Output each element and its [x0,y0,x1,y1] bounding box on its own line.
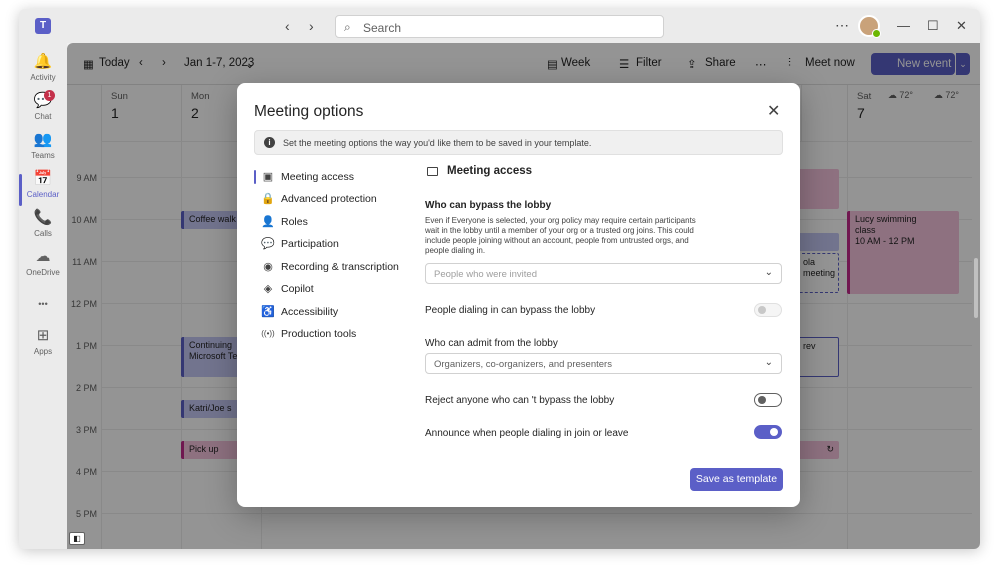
bypass-label: Who can bypass the lobby [425,200,552,211]
rail-item-activity[interactable]: 🔔 Activity [19,53,67,93]
person-icon: 👤 [261,216,275,228]
bell-icon: 🔔 [33,53,53,70]
rail-item-onedrive[interactable]: ☁ OneDrive [19,248,67,288]
search-icon: ⌕ [344,20,351,34]
rail-item-calendar[interactable]: 📅 Calendar [19,170,67,210]
apps-icon: ⊞ [36,327,50,344]
rail-label: Activity [30,73,56,82]
admit-label: Who can admit from the lobby [425,338,558,349]
search-placeholder: Search [363,21,402,35]
reject-toggle[interactable] [754,393,782,407]
avatar[interactable] [858,15,881,38]
nav-item-meeting-access[interactable]: ▣ Meeting access [254,168,414,188]
title-bar: T ‹ › ⌕ Search ⋯ — ☐ ✕ [19,9,980,43]
dialin-bypass-label: People dialing in can bypass the lobby [425,305,596,316]
info-bar: i Set the meeting options the way you'd … [254,130,783,155]
nav-label: Copilot [281,283,314,295]
bypass-select[interactable]: People who were invited ⌄ [425,263,782,284]
minimize-icon[interactable]: — [897,18,910,33]
nav-label: Advanced protection [281,193,377,205]
announce-toggle[interactable] [754,425,782,439]
teams-logo-icon: T [35,18,51,34]
calendar-icon: 📅 [33,170,53,187]
cloud-icon: ☁ [35,248,51,265]
rail-item-chat[interactable]: 💬 1 Chat [19,90,67,132]
rail-item-apps[interactable]: ⊞ Apps [19,327,67,367]
toggle-knob [758,306,766,314]
badge-icon: ▣ [262,171,274,183]
nav-label: Recording & transcription [281,261,399,273]
forward-arrow-icon[interactable]: › [309,18,314,34]
nav-label: Roles [281,216,308,228]
nav-label: Meeting access [281,171,354,183]
toggle-knob [758,396,766,404]
presence-available-icon [872,29,881,38]
badge-icon [427,167,438,176]
rail-label: Chat [34,112,52,121]
nav-item-participation[interactable]: 💬 Participation [254,235,414,255]
info-text: Set the meeting options the way you'd li… [283,138,592,148]
reject-label: Reject anyone who can 't bypass the lobb… [425,395,615,406]
chevron-down-icon: ⌄ [764,357,773,368]
admit-select[interactable]: Organizers, co-organizers, and presenter… [425,353,782,374]
rail-label: Calls [34,229,52,238]
rail-label: Calendar [26,190,60,199]
rail-item-teams[interactable]: 👥 Teams [19,131,67,171]
app-rail: 🔔 Activity 💬 1 Chat 👥 Teams 📅 Calendar 📞… [19,43,67,549]
search-input[interactable]: ⌕ Search [335,15,664,38]
nav-item-accessibility[interactable]: ♿ Accessibility [254,303,414,323]
rail-label: OneDrive [26,268,60,277]
bypass-description: Even if Everyone is selected, your org p… [425,216,696,255]
rail-item-calls[interactable]: 📞 Calls [19,209,67,249]
copilot-icon: ◈ [263,283,273,295]
teams-icon: 👥 [33,131,53,148]
lock-icon: 🔒 [261,193,275,205]
nav-item-recording[interactable]: ◉ Recording & transcription [254,258,414,278]
scrollbar[interactable] [974,258,978,318]
record-icon: ◉ [263,261,273,273]
chat-icon: 💬 [33,92,53,109]
close-window-icon[interactable]: ✕ [956,18,967,34]
dialin-bypass-toggle[interactable] [754,303,782,317]
info-icon: i [264,137,275,148]
back-arrow-icon[interactable]: ‹ [285,18,290,34]
maximize-icon[interactable]: ☐ [927,18,939,34]
nav-label: Production tools [281,328,357,340]
more-options-icon[interactable]: ⋯ [835,17,849,34]
chevron-down-icon: ⌄ [764,267,773,278]
nav-label: Participation [281,238,339,250]
toggle-knob [770,428,778,436]
chat-icon: 💬 [261,238,275,250]
broadcast-icon: ((•)) [261,329,275,338]
rail-label: Apps [33,347,53,356]
nav-item-copilot[interactable]: ◈ Copilot [254,280,414,300]
section-title: Meeting access [447,165,533,177]
admit-value: Organizers, co-organizers, and presenter… [434,359,612,370]
announce-label: Announce when people dialing in join or … [425,428,629,439]
more-icon: ••• [38,299,48,309]
meeting-options-dialog: Meeting options ✕ i Set the meeting opti… [237,83,800,507]
phone-icon: 📞 [33,209,53,226]
unread-badge: 1 [44,90,55,101]
dialog-title: Meeting options [254,103,364,120]
bypass-value: People who were invited [434,269,537,280]
nav-item-advanced-protection[interactable]: 🔒 Advanced protection [254,190,414,210]
nav-item-production-tools[interactable]: ((•)) Production tools [254,325,414,345]
collapse-panel-icon[interactable]: ◧ [69,532,85,545]
save-as-template-button[interactable]: Save as template [690,468,783,491]
accessibility-icon: ♿ [261,306,275,318]
close-icon[interactable]: ✕ [767,101,780,121]
nav-label: Accessibility [281,306,339,318]
rail-label: Teams [31,151,55,160]
nav-item-roles[interactable]: 👤 Roles [254,213,414,233]
